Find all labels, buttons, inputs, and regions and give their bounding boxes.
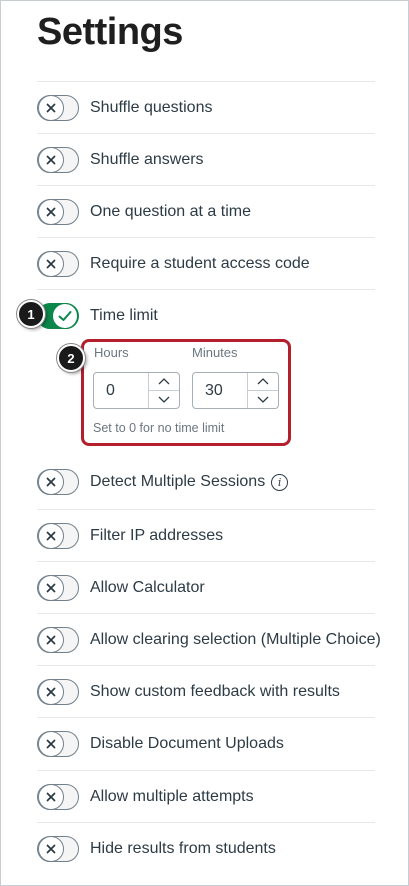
toggle-one-question-at-a-time[interactable]: [37, 198, 79, 225]
toggle-hide-results[interactable]: [37, 835, 79, 862]
toggle-allow-calculator[interactable]: [37, 574, 79, 601]
x-icon: [38, 835, 64, 862]
setting-row-allow-calculator: Allow Calculator: [37, 561, 375, 613]
setting-label: Hide results from students: [90, 839, 276, 857]
x-icon: [38, 198, 64, 225]
x-icon: [38, 250, 64, 277]
callout-badge-2: 2: [57, 344, 85, 372]
toggle-shuffle-answers[interactable]: [37, 146, 79, 173]
x-icon: [38, 522, 64, 549]
checkmark-icon: [52, 302, 78, 329]
setting-label: Show custom feedback with results: [90, 682, 340, 700]
x-icon: [38, 783, 64, 810]
setting-row-time-limit: Time limit: [37, 289, 375, 341]
chevron-up-icon[interactable]: [248, 373, 278, 390]
time-limit-hint: Set to 0 for no time limit: [93, 421, 225, 435]
minutes-input[interactable]: 30: [193, 373, 247, 408]
chevron-up-icon[interactable]: [149, 373, 179, 390]
x-icon: [38, 574, 64, 601]
setting-label: Allow Calculator: [90, 578, 205, 596]
setting-row-multiple-attempts: Allow multiple attempts: [37, 770, 375, 822]
chevron-down-icon[interactable]: [149, 390, 179, 408]
x-icon: [38, 469, 64, 495]
callout-badge-1: 1: [17, 300, 45, 328]
setting-label: Allow multiple attempts: [90, 787, 254, 805]
setting-row-access-code: Require a student access code: [37, 237, 375, 289]
setting-row-disable-document-uploads: Disable Document Uploads: [37, 717, 375, 769]
toggle-filter-ip[interactable]: [37, 522, 79, 549]
setting-row-allow-clearing-selection: Allow clearing selection (Multiple Choic…: [37, 613, 381, 665]
setting-row-shuffle-answers: Shuffle answers: [37, 133, 375, 185]
toggle-multiple-attempts[interactable]: [37, 783, 79, 810]
minutes-label: Minutes: [192, 345, 238, 360]
toggle-detect-multiple-sessions[interactable]: [37, 469, 79, 495]
minutes-stepper[interactable]: 30: [192, 372, 279, 409]
x-icon: [38, 146, 64, 173]
setting-row-filter-ip: Filter IP addresses: [37, 509, 375, 561]
x-icon: [38, 730, 64, 757]
toggle-access-code[interactable]: [37, 250, 79, 277]
setting-row-custom-feedback: Show custom feedback with results: [37, 665, 375, 717]
setting-label: Time limit: [90, 306, 158, 324]
toggle-disable-document-uploads[interactable]: [37, 730, 79, 757]
toggle-allow-clearing-selection[interactable]: [37, 626, 79, 653]
setting-label: Require a student access code: [90, 254, 310, 272]
setting-row-shuffle-questions: Shuffle questions: [37, 81, 375, 133]
info-icon[interactable]: i: [271, 473, 289, 491]
setting-label: Detect Multiple Sessions: [90, 473, 266, 490]
setting-row-one-question-at-a-time: One question at a time: [37, 185, 375, 237]
hours-input[interactable]: 0: [94, 373, 148, 408]
chevron-down-icon[interactable]: [248, 390, 278, 408]
page-title: Settings: [37, 11, 183, 53]
toggle-shuffle-questions[interactable]: [37, 94, 79, 121]
setting-label: Disable Document Uploads: [90, 734, 284, 752]
setting-label: One question at a time: [90, 202, 251, 220]
setting-label: Filter IP addresses: [90, 526, 224, 544]
settings-panel: Settings Shuffle questions Shuffle answe…: [0, 0, 409, 886]
x-icon: [38, 678, 64, 705]
x-icon: [38, 626, 64, 653]
hours-stepper[interactable]: 0: [93, 372, 180, 409]
setting-row-hide-results: Hide results from students: [37, 822, 375, 874]
setting-row-detect-multiple-sessions: Detect Multiple Sessions i: [37, 456, 375, 508]
hours-label: Hours: [94, 345, 129, 360]
setting-label: Shuffle answers: [90, 150, 204, 168]
setting-label: Allow clearing selection (Multiple Choic…: [90, 630, 381, 648]
toggle-custom-feedback[interactable]: [37, 678, 79, 705]
x-icon: [38, 94, 64, 121]
setting-label: Shuffle questions: [90, 98, 213, 116]
